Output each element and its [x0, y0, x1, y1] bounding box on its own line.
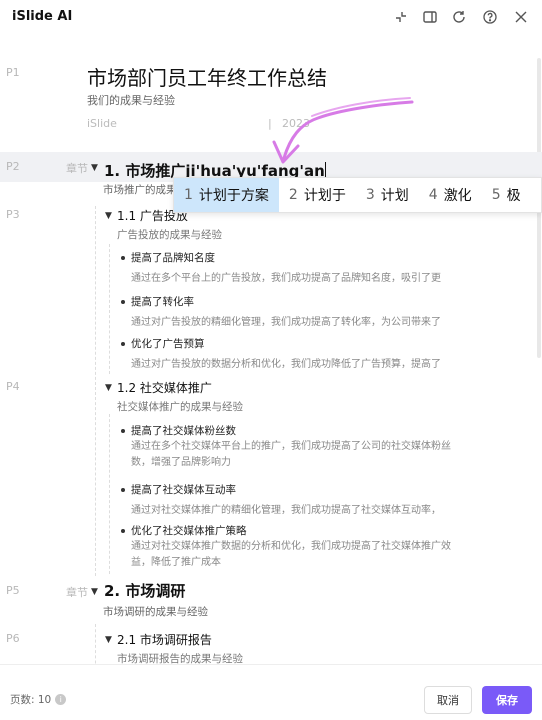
- footer-bar: 页数: 10 i 取消 保存: [0, 664, 542, 720]
- annotation-arrow-icon: [272, 97, 414, 164]
- save-button[interactable]: 保存: [482, 686, 532, 714]
- cancel-button[interactable]: 取消: [424, 686, 472, 714]
- page-count: 页数: 10 i: [10, 692, 67, 707]
- info-icon[interactable]: i: [55, 694, 67, 705]
- page-count-label: 页数: 10: [10, 694, 52, 706]
